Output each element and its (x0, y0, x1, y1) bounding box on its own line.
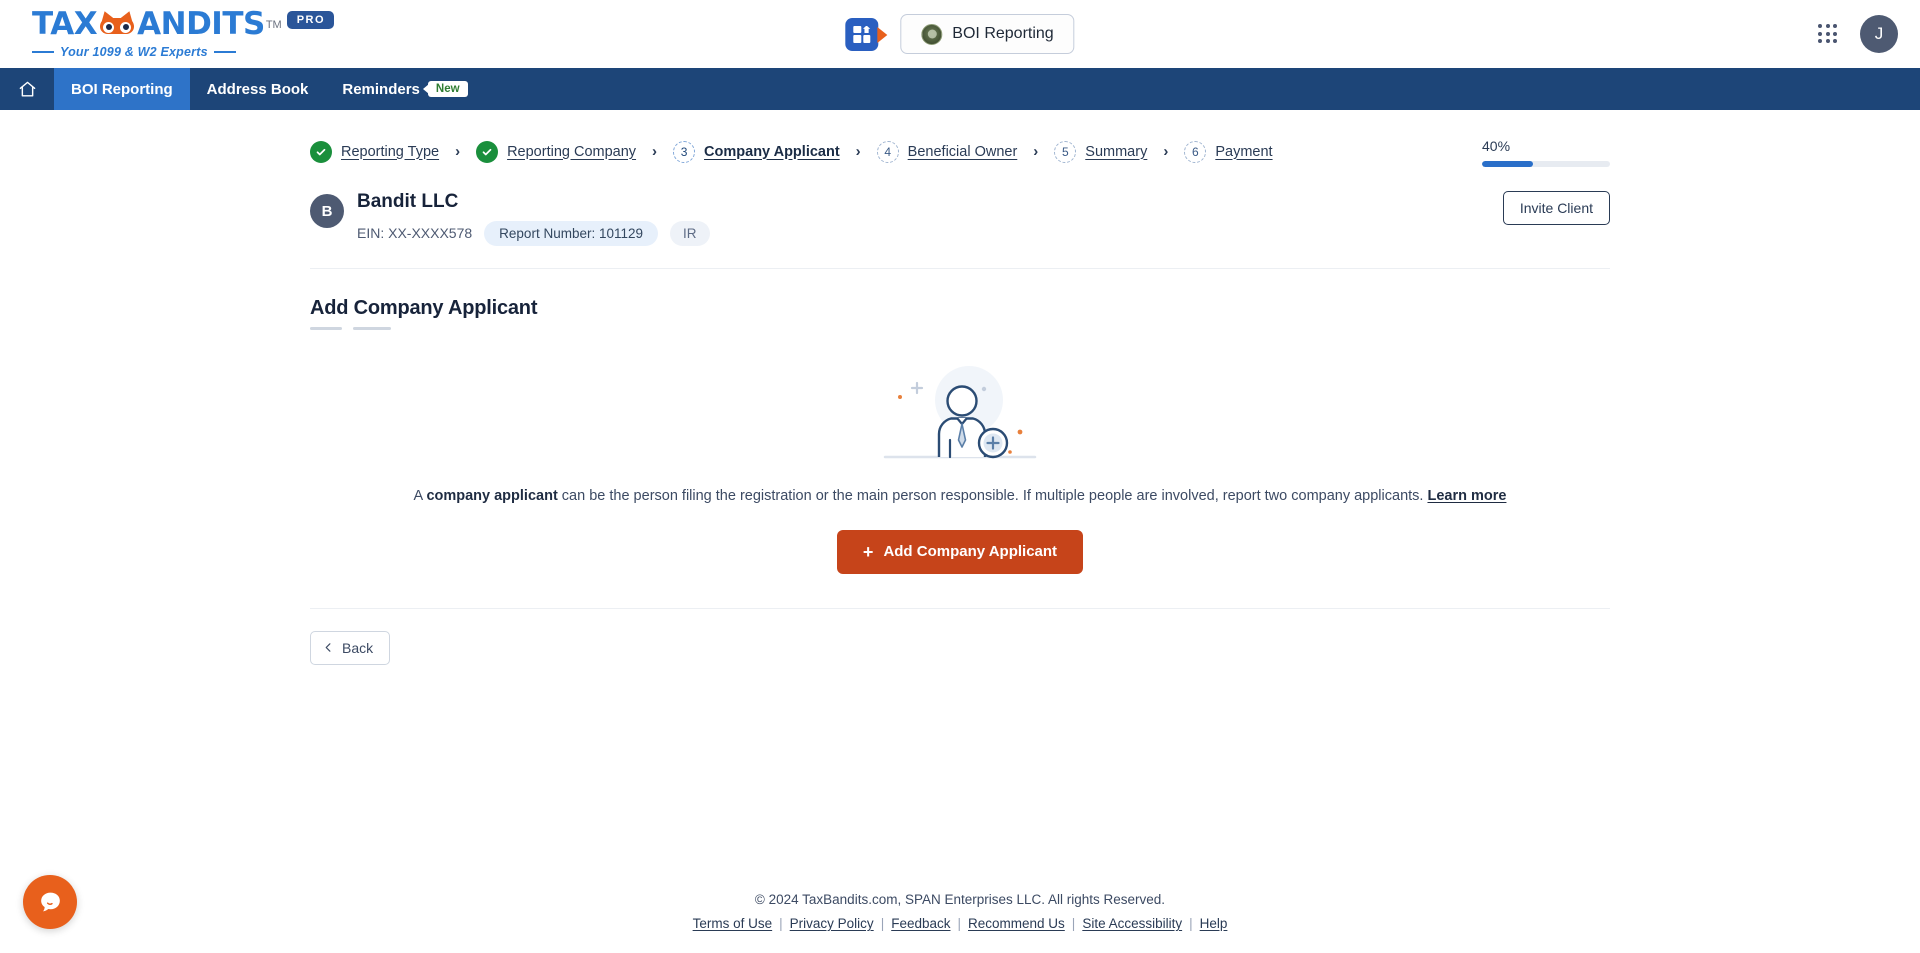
progress-fill (1482, 161, 1534, 167)
step-company-applicant[interactable]: 3 Company Applicant (673, 140, 840, 163)
report-number-badge: Report Number: 101129 (484, 220, 659, 246)
nav-item-boi-reporting[interactable]: BOI Reporting (54, 68, 190, 110)
chevron-right-icon: › (855, 143, 861, 160)
chevron-left-icon (325, 643, 331, 653)
footer-link-privacy-policy[interactable]: Privacy Policy (790, 916, 874, 931)
add-company-applicant-label: Add Company Applicant (883, 543, 1058, 561)
footer-separator: | (880, 916, 885, 931)
step-label-reporting-type[interactable]: Reporting Type (341, 144, 439, 160)
step-number-6: 6 (1184, 140, 1207, 163)
progress-track (1482, 161, 1610, 167)
page-footer: © 2024 TaxBandits.com, SPAN Enterprises … (0, 892, 1920, 953)
footer-links: Terms of Use | Privacy Policy | Feedback… (0, 916, 1920, 931)
boi-reporting-product-label: BOI Reporting (952, 25, 1054, 42)
apps-grid-icon[interactable] (1818, 24, 1838, 44)
nav-item-address-book-label: Address Book (206, 80, 309, 98)
nav-item-address-book[interactable]: Address Book (190, 68, 326, 110)
nav-item-reminders[interactable]: Reminders New (325, 68, 484, 110)
back-button-label: Back (342, 639, 374, 656)
nav-item-boi-reporting-label: BOI Reporting (71, 80, 173, 98)
government-seal-icon (921, 23, 943, 45)
chevron-right-icon: › (1163, 143, 1169, 160)
top-header-bar: TAX ANDITS TM Your 1099 & W2 Experts PRO (0, 0, 1920, 68)
footer-link-feedback[interactable]: Feedback (891, 916, 950, 931)
step-label-summary[interactable]: Summary (1085, 144, 1147, 160)
company-meta-row: EIN: XX-XXXX578 Report Number: 101129 IR (357, 220, 710, 246)
step-reporting-type[interactable]: Reporting Type (310, 140, 439, 163)
desc-bold-term: company applicant (426, 487, 558, 504)
chevron-right-icon: › (1033, 143, 1039, 160)
breadcrumb-stepper: Reporting Type › Reporting Company › 3 C… (310, 140, 1273, 163)
header-center-group: BOI Reporting (845, 14, 1075, 54)
chevron-right-icon: › (455, 143, 461, 160)
footer-separator: | (1189, 916, 1193, 931)
section-heading-group: Add Company Applicant (310, 297, 1610, 330)
header-right-group: J (1818, 15, 1898, 53)
main-navigation-bar: BOI Reporting Address Book Reminders New (0, 68, 1920, 110)
step-number-3: 3 (673, 140, 696, 163)
desc-rest: can be the person filing the registratio… (557, 487, 1428, 504)
progress-percent-label: 40% (1482, 138, 1511, 154)
empty-state-panel: A company applicant can be the person fi… (310, 330, 1610, 609)
footer-actions-row: Back (310, 630, 1610, 665)
add-company-applicant-button[interactable]: + Add Company Applicant (836, 529, 1084, 574)
empty-state-description: A company applicant can be the person fi… (310, 488, 1610, 504)
logo-tagline: Your 1099 & W2 Experts (32, 45, 282, 59)
footer-separator: | (1071, 916, 1076, 931)
step-payment[interactable]: 6 Payment (1184, 140, 1273, 163)
chat-bubble-icon (40, 892, 60, 911)
back-button[interactable]: Back (310, 630, 391, 665)
company-avatar: B (310, 194, 344, 228)
chat-widget-button[interactable] (23, 875, 77, 929)
chevron-right-icon: › (652, 143, 658, 160)
trademark-symbol: TM (265, 18, 282, 31)
step-number-4: 4 (876, 140, 899, 163)
step-label-reporting-company[interactable]: Reporting Company (507, 144, 636, 160)
logo-text-bandits: ANDITS (137, 6, 265, 42)
plus-icon: + (862, 541, 874, 562)
user-avatar[interactable]: J (1860, 15, 1898, 53)
company-ein: EIN: XX-XXXX578 (357, 225, 473, 242)
step-check-icon (310, 140, 332, 163)
step-number-5: 5 (1054, 140, 1077, 163)
logo-tagline-text: Your 1099 & W2 Experts (60, 45, 208, 59)
step-summary[interactable]: 5 Summary (1054, 140, 1147, 163)
owl-icon (98, 8, 136, 36)
content-container: Reporting Type › Reporting Company › 3 C… (310, 136, 1610, 665)
person-add-illustration (883, 365, 1037, 459)
step-label-beneficial-owner[interactable]: Beneficial Owner (908, 144, 1018, 160)
invite-client-button[interactable]: Invite Client (1502, 191, 1610, 225)
new-badge: New (427, 81, 468, 97)
taxbandits-logo[interactable]: TAX ANDITS TM Your 1099 & W2 Experts PRO (24, 6, 335, 59)
step-label-company-applicant[interactable]: Company Applicant (704, 144, 840, 160)
progress-stepper-row: Reporting Type › Reporting Company › 3 C… (310, 136, 1610, 167)
page-title: Add Company Applicant (310, 296, 538, 319)
nav-item-reminders-label: Reminders (342, 80, 420, 98)
footer-link-help[interactable]: Help (1200, 916, 1228, 931)
progress-indicator: 40% (1482, 136, 1610, 167)
company-info-group: B Bandit LLC EIN: XX-XXXX578 Report Numb… (310, 191, 710, 246)
footer-link-recommend-us[interactable]: Recommend Us (968, 916, 1065, 931)
company-header: B Bandit LLC EIN: XX-XXXX578 Report Numb… (310, 191, 1610, 269)
footer-separator: | (779, 916, 783, 931)
step-beneficial-owner[interactable]: 4 Beneficial Owner (876, 140, 1018, 163)
company-name: Bandit LLC (357, 191, 459, 212)
footer-separator: | (957, 916, 962, 931)
home-icon[interactable] (0, 68, 54, 110)
footer-link-terms-of-use[interactable]: Terms of Use (693, 916, 773, 931)
footer-copyright: © 2024 TaxBandits.com, SPAN Enterprises … (754, 892, 1166, 907)
boi-reporting-product-button[interactable]: BOI Reporting (900, 14, 1075, 54)
app-tile-icon[interactable] (845, 17, 888, 51)
footer-link-site-accessibility[interactable]: Site Accessibility (1082, 916, 1182, 931)
step-reporting-company[interactable]: Reporting Company (476, 140, 636, 163)
desc-prefix: A (413, 487, 427, 504)
page-body: Reporting Type › Reporting Company › 3 C… (0, 110, 1920, 665)
status-badge: IR (670, 220, 710, 246)
step-check-icon (476, 140, 499, 163)
learn-more-link[interactable]: Learn more (1427, 488, 1506, 504)
pro-badge: PRO (286, 11, 335, 29)
step-label-payment[interactable]: Payment (1215, 144, 1272, 160)
logo-text-tax: TAX (32, 6, 98, 42)
